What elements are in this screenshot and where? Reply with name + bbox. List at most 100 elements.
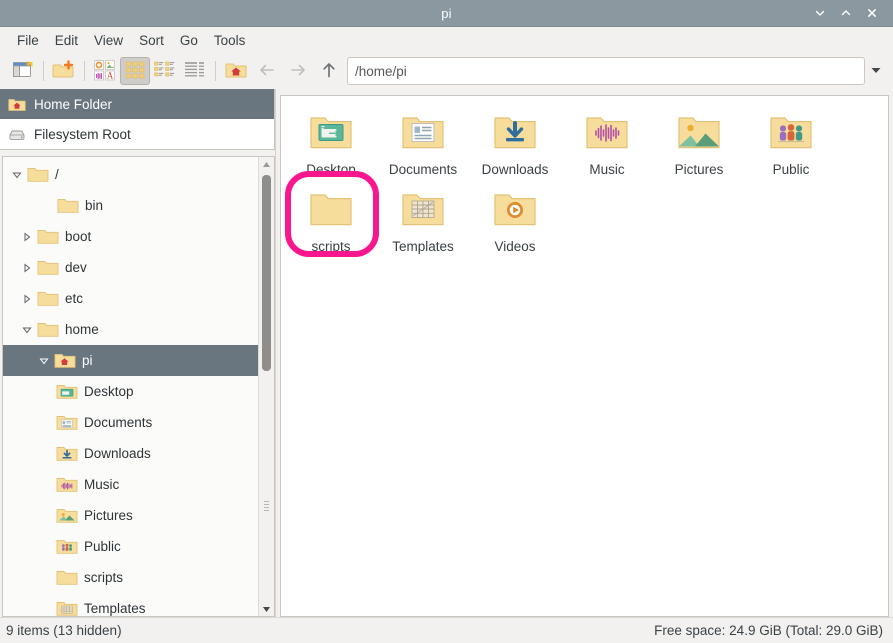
folder-public-icon — [56, 538, 78, 555]
tree-item-label: Music — [84, 477, 120, 492]
tree-item-label: boot — [65, 229, 92, 244]
show-thumbnails-button[interactable]: A — [90, 57, 120, 85]
place-filesystem-root[interactable]: Filesystem Root — [0, 119, 274, 149]
folder-templates-icon — [399, 186, 447, 234]
toolbar-separator — [84, 61, 85, 81]
scrollbar-track[interactable] — [259, 171, 274, 602]
file-list-view[interactable]: Desktop Documents Downloads Music Pictur… — [280, 95, 889, 617]
forward-button[interactable] — [282, 57, 313, 85]
menu-view[interactable]: View — [86, 31, 131, 50]
folder-templates-icon — [56, 600, 78, 616]
file-label: Public — [772, 162, 810, 177]
tree-item-home[interactable]: home — [3, 314, 258, 345]
tree-item-desktop[interactable]: Desktop — [3, 376, 258, 407]
file-item-templates[interactable]: Templates — [377, 181, 469, 258]
tree-item-dev[interactable]: dev — [3, 252, 258, 283]
tree-item-root[interactable]: / — [3, 159, 258, 190]
folder-icon — [37, 228, 59, 245]
tree-vertical-scrollbar[interactable] — [258, 157, 274, 616]
tree-item-downloads[interactable]: Downloads — [3, 438, 258, 469]
menu-tools[interactable]: Tools — [206, 31, 254, 50]
directory-tree-panel: / bin boot dev etc home pi Desktop Docum… — [2, 156, 275, 617]
toolbar: A /home/pi — [0, 53, 893, 89]
home-button[interactable] — [221, 57, 251, 85]
menu-bar: File Edit View Sort Go Tools — [0, 27, 893, 53]
directory-tree: / bin boot dev etc home pi Desktop Docum… — [3, 157, 258, 616]
folder-icon — [37, 259, 59, 276]
tree-item-documents[interactable]: Documents — [3, 407, 258, 438]
file-label: Desktop — [306, 162, 356, 177]
tree-item-label: Public — [84, 539, 121, 554]
place-label: Home Folder — [34, 96, 113, 112]
twisty-closed-icon[interactable] — [17, 262, 37, 273]
scroll-down-arrow[interactable] — [259, 602, 274, 616]
tree-item-bin[interactable]: bin — [3, 190, 258, 221]
tree-item-label: etc — [65, 291, 84, 306]
tree-item-label: dev — [65, 260, 87, 275]
folder-pictures-icon — [56, 507, 78, 524]
folder-icon — [307, 186, 355, 234]
toolbar-separator — [215, 61, 216, 81]
twisty-closed-icon[interactable] — [17, 293, 37, 304]
title-bar[interactable]: pi — [0, 0, 893, 27]
menu-file[interactable]: File — [9, 31, 47, 50]
folder-pictures-icon — [675, 109, 723, 157]
minimize-button[interactable] — [807, 1, 833, 25]
tree-item-templates[interactable]: Templates — [3, 593, 258, 616]
twisty-open-icon[interactable] — [34, 356, 54, 366]
icon-grid: Desktop Documents Downloads Music Pictur… — [281, 96, 888, 258]
place-label: Filesystem Root — [34, 126, 131, 142]
file-item-videos[interactable]: Videos — [469, 181, 561, 258]
compact-view-button[interactable] — [150, 57, 180, 85]
menu-sort[interactable]: Sort — [131, 31, 172, 50]
new-folder-icon — [52, 59, 76, 83]
file-item-pictures[interactable]: Pictures — [653, 104, 745, 181]
file-item-music[interactable]: Music — [561, 104, 653, 181]
path-input[interactable]: /home/pi — [347, 57, 865, 85]
menu-go[interactable]: Go — [172, 31, 206, 50]
up-button[interactable] — [313, 57, 344, 85]
tree-item-label: Templates — [84, 601, 146, 616]
file-item-public[interactable]: Public — [745, 104, 837, 181]
tree-item-boot[interactable]: boot — [3, 221, 258, 252]
scroll-up-arrow[interactable] — [259, 157, 274, 171]
new-window-button[interactable] — [8, 57, 38, 85]
folder-music-icon — [583, 109, 631, 157]
place-home-folder[interactable]: Home Folder — [0, 89, 274, 119]
icon-view-icon — [124, 60, 146, 83]
folder-public-icon — [767, 109, 815, 157]
maximize-button[interactable] — [833, 1, 859, 25]
folder-downloads-icon — [491, 109, 539, 157]
chevron-down-icon — [869, 64, 883, 79]
folder-music-icon — [56, 476, 78, 493]
path-dropdown-button[interactable] — [865, 57, 887, 85]
tree-item-label: bin — [85, 198, 104, 213]
back-button[interactable] — [251, 57, 282, 85]
twisty-open-icon[interactable] — [7, 170, 27, 180]
file-item-downloads[interactable]: Downloads — [469, 104, 561, 181]
new-folder-button[interactable] — [49, 57, 79, 85]
file-label: Templates — [392, 239, 454, 254]
twisty-closed-icon[interactable] — [17, 231, 37, 242]
file-label: Music — [589, 162, 625, 177]
tree-item-music[interactable]: Music — [3, 469, 258, 500]
tree-item-label: scripts — [84, 570, 124, 585]
close-button[interactable] — [859, 1, 885, 25]
file-item-documents[interactable]: Documents — [377, 104, 469, 181]
file-label: Pictures — [674, 162, 724, 177]
tree-item-public[interactable]: Public — [3, 531, 258, 562]
window-body: Home Folder Filesystem Root / bin boot d… — [0, 89, 893, 617]
tree-item-pictures[interactable]: Pictures — [3, 500, 258, 531]
icon-view-button[interactable] — [120, 57, 150, 85]
menu-edit[interactable]: Edit — [47, 31, 86, 50]
scrollbar-thumb[interactable] — [262, 175, 271, 371]
thumbnails-icon: A — [93, 59, 117, 84]
tree-item-etc[interactable]: etc — [3, 283, 258, 314]
file-item-desktop[interactable]: Desktop — [285, 104, 377, 181]
tree-item-pi[interactable]: pi — [3, 345, 258, 376]
file-label: Downloads — [481, 162, 549, 177]
tree-item-scripts[interactable]: scripts — [3, 562, 258, 593]
file-item-scripts[interactable]: scripts — [285, 181, 377, 258]
detailed-list-view-button[interactable] — [180, 57, 210, 85]
twisty-open-icon[interactable] — [17, 325, 37, 335]
